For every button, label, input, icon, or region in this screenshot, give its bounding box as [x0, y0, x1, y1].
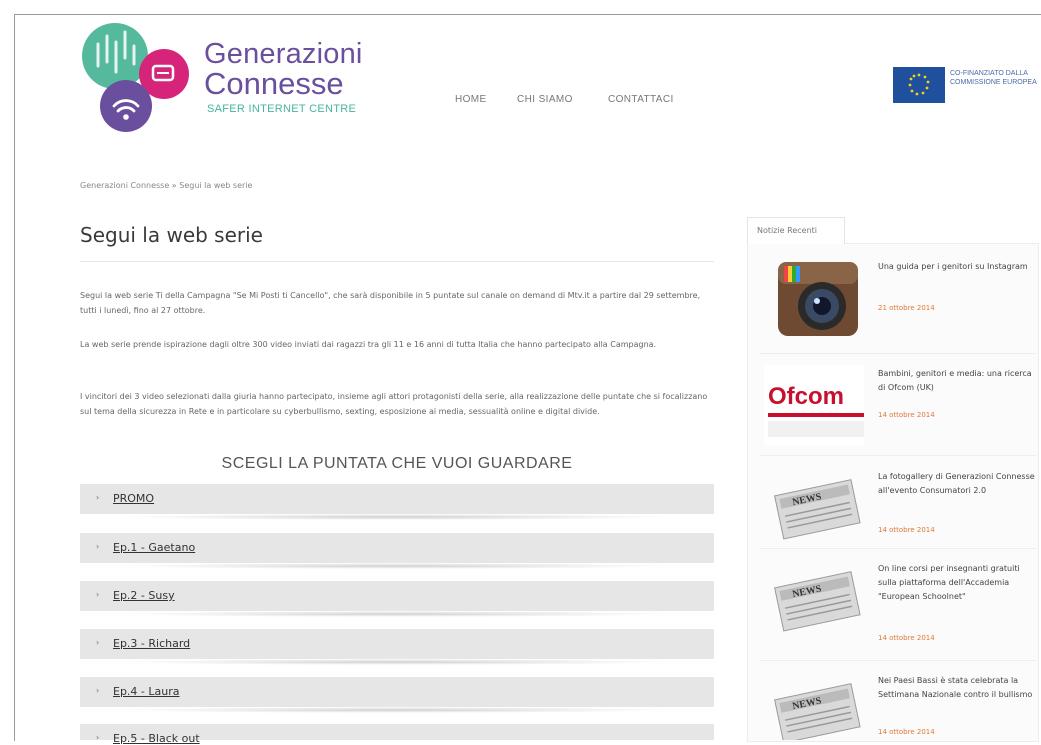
newspaper-icon: NEWS	[774, 571, 861, 632]
episode-link[interactable]: PROMO	[113, 492, 154, 505]
choose-episode-heading: SCEGLI LA PUNTATA CHE VUOI GUARDARE	[221, 455, 573, 472]
episode-item-ep3[interactable]: › Ep.3 - Richard	[80, 629, 714, 665]
instagram-icon	[778, 262, 858, 336]
episode-item-ep5[interactable]: › Ep.5 - Black out	[80, 724, 714, 745]
news-divider	[760, 660, 1036, 661]
item-shadow	[120, 659, 674, 665]
winners-paragraph: I vincitori dei 3 video selezionati dall…	[80, 392, 708, 416]
news-date: 14 ottobre 2014	[878, 728, 935, 736]
item-shadow	[120, 611, 674, 617]
chevron-right-icon: ›	[96, 493, 100, 502]
newspaper-icon: NEWS	[774, 683, 861, 740]
eu-cofunded-label: CO-FINANZIATO DALLA COMMISSIONE EUROPEA	[950, 70, 1037, 86]
nav-home-link[interactable]: HOME	[455, 94, 487, 105]
brand-tagline: SAFER INTERNET CENTRE	[207, 103, 357, 115]
ofcom-logo-bar	[768, 421, 864, 437]
nav-contattaci-link[interactable]: CONTATTACI	[608, 94, 674, 105]
episode-item-promo[interactable]: › PROMO	[80, 484, 714, 520]
episode-link[interactable]: Ep.2 - Susy	[113, 589, 175, 602]
tab-recent-news[interactable]: Notizie Recenti	[747, 217, 845, 244]
brand-name-line2: Connesse	[204, 66, 344, 101]
news-title[interactable]: Una guida per i genitori su Instagram	[878, 260, 1036, 274]
news-date: 14 ottobre 2014	[878, 411, 935, 419]
intro-paragraph: Segui la web serie Ti della Campagna "Se…	[80, 291, 701, 315]
chevron-right-icon: ›	[96, 733, 100, 742]
episode-link[interactable]: Ep.4 - Laura	[113, 685, 180, 698]
title-divider	[80, 261, 714, 262]
news-item[interactable]: Una guida per i genitori su Instagram 21…	[760, 258, 1038, 344]
page-title: Segui la web serie	[80, 223, 263, 247]
site-logo[interactable]	[80, 22, 190, 132]
chevron-right-icon: ›	[96, 638, 100, 647]
ofcom-logo-text: Ofcom	[768, 383, 845, 410]
newspaper-icon: NEWS	[774, 479, 861, 540]
episode-link[interactable]: Ep.3 - Richard	[113, 637, 190, 650]
news-title[interactable]: Nei Paesi Bassi è stata celebrata la Set…	[878, 674, 1036, 702]
item-shadow	[120, 563, 674, 569]
news-divider	[760, 353, 1036, 354]
news-title[interactable]: La fotogallery di Generazioni Connesse a…	[878, 470, 1036, 498]
news-item[interactable]: NEWS On line corsi per insegnanti gratui…	[760, 560, 1038, 656]
ofcom-logo-bar	[768, 413, 864, 417]
news-date: 14 ottobre 2014	[878, 634, 935, 642]
news-item[interactable]: Ofcom Bambini, genitori e media: una ric…	[760, 365, 1038, 445]
inspiration-paragraph: La web serie prende ispirazione dagli ol…	[80, 340, 657, 349]
news-date: 21 ottobre 2014	[878, 304, 935, 312]
episode-link[interactable]: Ep.5 - Black out	[113, 732, 200, 745]
breadcrumb[interactable]: Generazioni Connesse » Segui la web seri…	[80, 181, 252, 190]
chevron-right-icon: ›	[96, 686, 100, 695]
news-title[interactable]: Bambini, genitori e media: una ricerca d…	[878, 367, 1036, 395]
tab-label: Notizie Recenti	[757, 226, 817, 235]
episode-item-ep4[interactable]: › Ep.4 - Laura	[80, 677, 714, 713]
eu-flag-icon	[893, 67, 945, 103]
episode-item-ep2[interactable]: › Ep.2 - Susy	[80, 581, 714, 617]
ofcom-logo: Ofcom	[764, 365, 864, 445]
episode-item-ep1[interactable]: › Ep.1 - Gaetano	[80, 533, 714, 569]
item-shadow	[120, 707, 674, 713]
chevron-right-icon: ›	[96, 590, 100, 599]
chevron-right-icon: ›	[96, 542, 100, 551]
news-title[interactable]: On line corsi per insegnanti gratuiti su…	[878, 562, 1036, 604]
news-item[interactable]: NEWS Nei Paesi Bassi è stata celebrata l…	[760, 672, 1038, 740]
news-divider	[760, 548, 1036, 549]
item-shadow	[120, 514, 674, 520]
news-date: 14 ottobre 2014	[878, 526, 935, 534]
news-divider	[760, 455, 1036, 456]
episode-link[interactable]: Ep.1 - Gaetano	[113, 541, 195, 554]
nav-chi-siamo-link[interactable]: CHI SIAMO	[517, 94, 573, 105]
news-item[interactable]: NEWS La fotogallery di Generazioni Conne…	[760, 468, 1038, 550]
